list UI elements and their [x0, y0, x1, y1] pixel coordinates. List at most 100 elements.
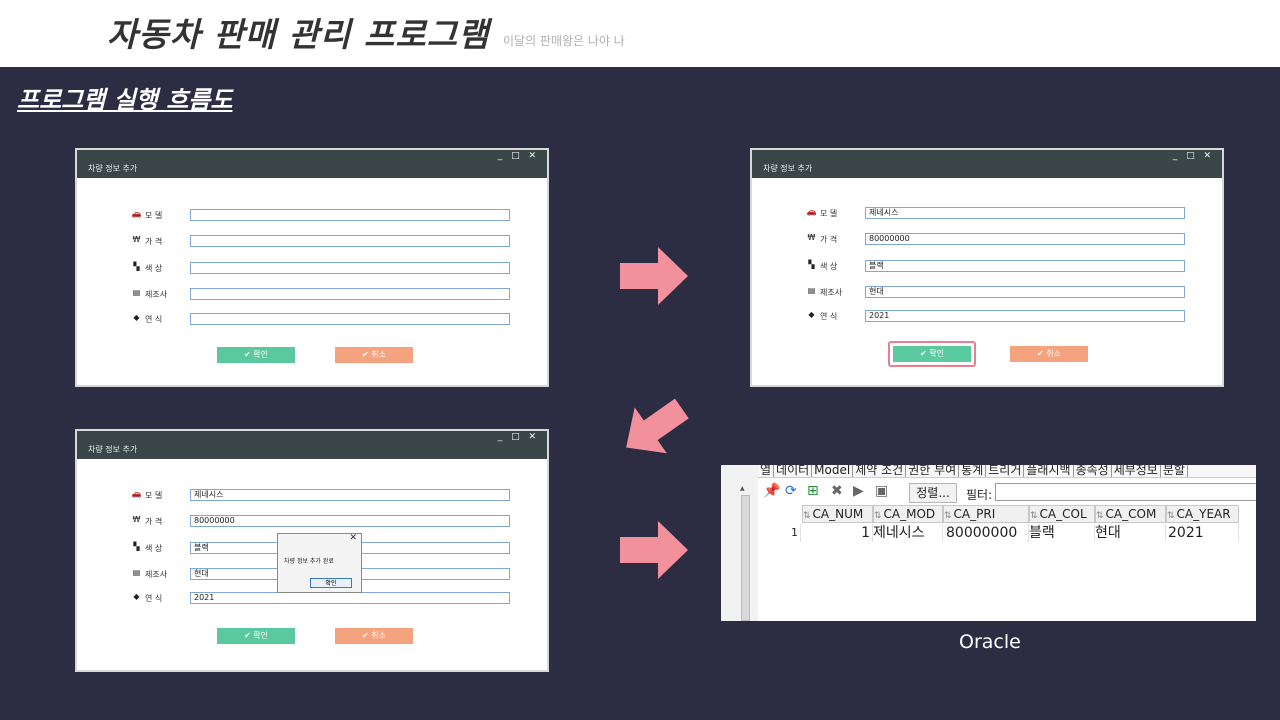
sort-arrows-icon: ⇅ — [944, 511, 952, 521]
table-cell[interactable]: 제네시스 — [873, 524, 943, 542]
commit-icon[interactable]: ▶ — [853, 484, 864, 498]
car-form-window-filled: 차량 정보 추가 _ □ ✕ 🚗 모 델 제네시스 ₩ 가 격 80000000… — [750, 148, 1224, 387]
tab-statistics[interactable]: 통계 — [959, 465, 987, 477]
close-icon[interactable]: ✕ — [349, 533, 357, 543]
tab-flashback[interactable]: 플래시백 — [1024, 465, 1074, 477]
model-input[interactable]: 제네시스 — [190, 489, 510, 501]
won-icon: ₩ — [132, 235, 141, 244]
year-input[interactable]: 2021 — [190, 592, 510, 604]
window-titlebar: 차량 정보 추가 _ □ ✕ — [77, 150, 547, 178]
delete-row-icon[interactable]: ✖ — [831, 484, 843, 498]
sort-arrows-icon: ⇅ — [803, 511, 811, 521]
tab-model[interactable]: Model — [812, 465, 854, 477]
field-label-company: 제조사 — [145, 570, 168, 579]
field-label-price: 가 격 — [820, 235, 838, 244]
table-cell[interactable]: 블랙 — [1029, 524, 1095, 542]
window-titlebar: 차량 정보 추가 _ □ ✕ — [77, 431, 547, 459]
table-cell[interactable]: 현대 — [1095, 524, 1166, 542]
section-title: 프로그램 실행 흐름도 — [17, 86, 233, 114]
field-row-color: ▚ 색 상 — [130, 262, 512, 275]
rollback-icon[interactable]: ▣ — [875, 484, 888, 498]
cancel-button[interactable]: ✔ 취소 — [335, 347, 413, 363]
field-label-model: 모 델 — [820, 209, 838, 218]
window-titlebar: 차량 정보 추가 _ □ ✕ — [752, 150, 1222, 178]
check-icon: ✔ — [362, 350, 372, 359]
table-cell[interactable]: 80000000 — [943, 524, 1029, 542]
sort-button[interactable]: 정렬... — [909, 483, 957, 503]
arrow-right-icon — [620, 247, 688, 305]
company-input[interactable] — [190, 288, 510, 300]
tag-icon: ◆ — [808, 310, 815, 319]
window-title: 차량 정보 추가 — [88, 164, 138, 173]
check-icon: ✔ — [362, 631, 372, 640]
table-cell[interactable]: 2021 — [1166, 524, 1239, 542]
car-icon: 🚗 — [131, 209, 142, 218]
window-controls[interactable]: _ □ ✕ — [498, 151, 539, 161]
field-label-model: 모 델 — [145, 491, 163, 500]
sort-arrows-icon: ⇅ — [874, 511, 882, 521]
tab-dependencies[interactable]: 종속성 — [1073, 465, 1112, 477]
price-input[interactable]: 80000000 — [865, 233, 1185, 245]
field-label-color: 색 상 — [145, 264, 163, 273]
ok-button[interactable]: ✔ 확인 — [893, 346, 971, 362]
tab-data[interactable]: 데이터 — [774, 465, 813, 477]
pin-icon[interactable]: 📌 — [763, 484, 780, 498]
scroll-up-icon[interactable]: ▲ — [740, 485, 745, 492]
row-index: 1 — [791, 524, 801, 542]
column-header[interactable]: ⇅ CA_YEAR — [1166, 505, 1239, 523]
cancel-button[interactable]: ✔ 취소 — [1010, 346, 1088, 362]
ok-button[interactable]: ✔ 확인 — [217, 628, 295, 644]
car-form-window-empty: 차량 정보 추가 _ □ ✕ 🚗 모 델 ₩ 가 격 ▚ 색 상 ▤ 제조사 ◆… — [75, 148, 549, 387]
car-form-window-done: 차량 정보 추가 _ □ ✕ 🚗 모 델 제네시스 ₩ 가 격 80000000… — [75, 429, 549, 672]
price-input[interactable]: 80000000 — [190, 515, 510, 527]
field-label-year: 연 식 — [145, 315, 163, 324]
window-controls[interactable]: _ □ ✕ — [1173, 151, 1214, 161]
table-cell[interactable]: 1 — [802, 524, 873, 542]
window-title: 차량 정보 추가 — [88, 445, 138, 454]
color-input[interactable]: 블랙 — [865, 260, 1185, 272]
sort-arrows-icon: ⇅ — [1030, 511, 1038, 521]
year-input[interactable] — [190, 313, 510, 325]
column-header[interactable]: ⇅ CA_PRI — [943, 505, 1029, 523]
field-row-year: ◆ 연 식 — [130, 313, 512, 326]
column-header[interactable]: ⇅ CA_COL — [1029, 505, 1095, 523]
tab-columns[interactable]: 열 — [758, 465, 775, 477]
filter-input[interactable] — [995, 483, 1256, 501]
tab-partitions[interactable]: 분할 — [1160, 465, 1188, 477]
vertical-scrollbar[interactable] — [741, 495, 750, 621]
cancel-label: 취소 — [371, 631, 386, 640]
window-controls[interactable]: _ □ ✕ — [498, 432, 539, 442]
tag-icon: ◆ — [133, 313, 140, 322]
field-label-company: 제조사 — [145, 290, 168, 299]
ok-button[interactable]: ✔ 확인 — [217, 347, 295, 363]
tab-constraints[interactable]: 제약 조건 — [853, 465, 907, 477]
ok-label: 확인 — [253, 350, 268, 359]
id-card-icon: ▤ — [132, 288, 141, 297]
column-header[interactable]: ⇅ CA_COM — [1095, 505, 1166, 523]
field-label-company: 제조사 — [820, 288, 843, 297]
year-input[interactable]: 2021 — [865, 310, 1185, 322]
slide-subtitle: 이달의 판매왕은 나야 나 — [503, 34, 625, 48]
color-input[interactable] — [190, 262, 510, 274]
model-input[interactable]: 제네시스 — [865, 207, 1185, 219]
insert-row-icon[interactable]: ⊞ — [807, 484, 819, 498]
field-label-color: 색 상 — [145, 544, 163, 553]
check-icon: ✔ — [920, 349, 930, 358]
tab-grants[interactable]: 권한 부여 — [906, 465, 960, 477]
check-icon: ✔ — [1037, 349, 1047, 358]
oracle-table-view: ▲ 열 데이터 Model 제약 조건 권한 부여 통계 트리거 플래시백 종속성 세부정보 분할 … — [721, 465, 1256, 621]
column-header[interactable]: ⇅ CA_NUM — [802, 505, 873, 523]
company-input[interactable]: 현대 — [865, 286, 1185, 298]
column-header[interactable]: ⇅ CA_MOD — [873, 505, 943, 523]
oracle-tab-bar: 열 데이터 Model 제약 조건 권한 부여 통계 트리거 플래시백 종속성 세부정보 분할 — [758, 465, 1256, 478]
price-input[interactable] — [190, 235, 510, 247]
tab-details[interactable]: 세부정보 — [1111, 465, 1161, 477]
cancel-button[interactable]: ✔ 취소 — [335, 628, 413, 644]
refresh-icon[interactable]: ⟳ — [785, 484, 797, 498]
field-label-model: 모 델 — [145, 211, 163, 220]
field-label-price: 가 격 — [145, 237, 163, 246]
tab-triggers[interactable]: 트리거 — [986, 465, 1025, 477]
dialog-ok-button[interactable]: 확인 — [310, 578, 352, 588]
field-row-price: ₩ 가 격 80000000 — [805, 233, 1187, 246]
model-input[interactable] — [190, 209, 510, 221]
